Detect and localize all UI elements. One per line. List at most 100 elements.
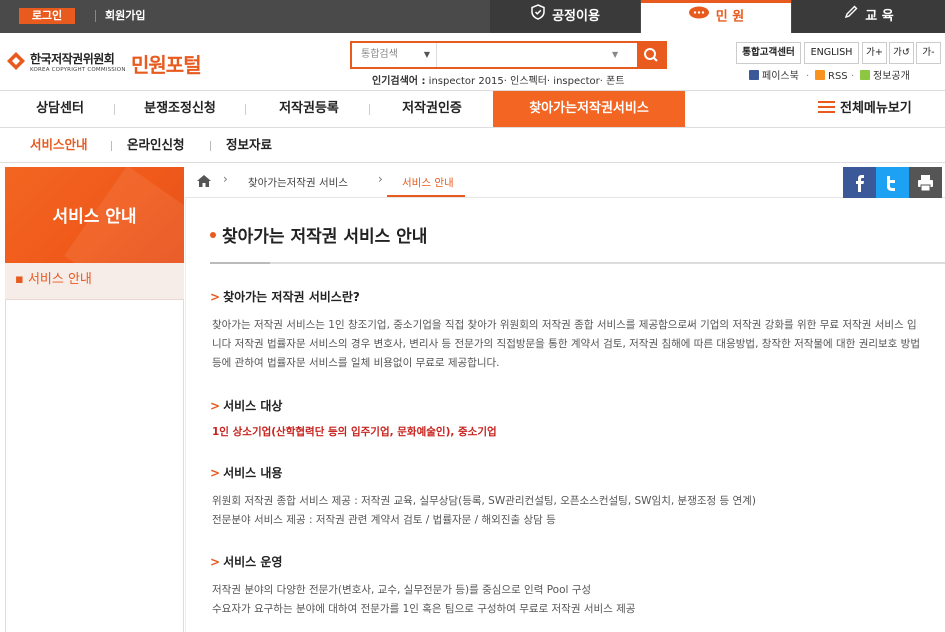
facebook-label: 페이스북 [762,71,799,82]
chevron-right-icon: > [210,466,221,480]
rss-icon [815,70,825,80]
search-icon [644,48,658,62]
section-paragraph: 찾아가는 저작권 서비스는 1인 창조기업, 중소기업을 직접 찾아가 위원회의… [212,319,921,369]
breadcrumb: › 찾아가는저작권 서비스 › 서비스 안내 [185,167,945,198]
title-divider [210,262,945,264]
section-heading: > 서비스 대상 [210,397,282,414]
section-heading-text: 서비스 내용 [223,466,283,480]
page-title: 찾아가는 저작권 서비스 안내 [210,222,427,247]
section-paragraph: 1인 상소기업(산학협력단 등의 입주기업, 문화예술인), 중소기업 [212,426,497,438]
search-button[interactable] [637,43,665,67]
search-input[interactable] [438,43,637,67]
divider: · [806,71,810,82]
popular-label: 인기검색어 : [372,76,426,87]
tab-fair-use[interactable]: 공정이용 [490,0,640,33]
nav-item-counseling[interactable]: 상담센터 [20,91,100,127]
divider [210,141,211,151]
print-button[interactable] [909,167,942,198]
shield-icon [530,0,546,33]
facebook-icon [749,70,759,80]
font-increase-button[interactable]: 가+ [862,42,887,64]
twitter-share-button[interactable] [876,167,909,198]
logo-korean-text: 한국저작권위원회 [30,52,115,66]
breadcrumb-item[interactable]: 찾아가는저작권 서비스 [248,175,348,190]
nav-item-registration[interactable]: 저작권등록 [265,91,353,127]
folder-icon [860,70,870,80]
chevron-right-icon: > [210,399,221,413]
nav-item-visiting-service[interactable]: 찾아가는저작권서비스 [493,91,685,127]
chat-icon [688,3,710,31]
nav-item-dispute[interactable]: 분쟁조정신청 [130,91,230,127]
tab-fair-use-label: 공정이용 [552,9,600,24]
search-category-select[interactable]: 통합검색 ▼ [352,43,437,67]
section-heading-text: 찾아가는 저작권 서비스란? [223,290,360,304]
customer-center-button[interactable]: 통합고객센터 [736,42,801,64]
rss-label: RSS [828,71,848,82]
breadcrumb-active-underline [387,195,465,197]
all-menu-label: 전체메뉴보기 [840,101,912,116]
bullet-icon [210,232,216,238]
page-title-text: 찾아가는 저작권 서비스 안내 [222,227,428,247]
section-line: 수요자가 요구하는 분야에 대하여 전문가를 1인 혹은 팀으로 구성하여 무료… [212,603,636,615]
facebook-icon [856,175,864,192]
divider [95,10,96,22]
facebook-link[interactable]: 페이스북 [749,70,799,84]
search-bar: 통합검색 ▼ ▼ [350,41,667,69]
sidebar-title: 서비스 안내 [52,207,137,227]
home-icon[interactable] [196,174,212,191]
login-button[interactable]: 로그인 [19,8,75,24]
info-disclosure-label: 정보공개 [873,71,910,82]
top-utility-bar: 로그인 회원가입 공정이용 민 원 교 육 [0,0,945,33]
divider [369,104,370,115]
rss-link[interactable]: RSS [815,70,848,84]
section-line: 저작권 분야의 다양한 전문가(변호사, 교수, 실무전문가 등)를 중심으로 … [212,584,592,596]
logo-english-text: KOREA COPYRIGHT COMMISSION [30,67,126,73]
info-disclosure-link[interactable]: 정보공개 [860,70,910,84]
all-menu-button[interactable]: 전체메뉴보기 [818,91,912,127]
chevron-down-icon: ▼ [423,50,430,59]
sidebar-body [5,300,184,632]
twitter-icon [887,176,895,191]
sub-navigation: 서비스안내 온라인신청 정보자료 [0,128,945,163]
section-heading-text: 서비스 운영 [223,555,283,569]
tab-civil-petition-label: 민 원 [715,9,745,25]
chevron-right-icon: › [378,172,383,186]
font-decrease-button[interactable]: 가- [916,42,941,64]
main-content: 찾아가는 저작권 서비스 안내 > 찾아가는 저작권 서비스란? 찾아가는 저작권… [185,198,945,632]
sidebar-item-label: ▪ 서비스 안내 [15,272,92,287]
section-heading: > 서비스 운영 [210,553,282,570]
section-line: 전문분야 서비스 제공 : 저작권 관련 계약서 검토 / 법률자문 / 해외진… [212,514,556,526]
search-dropdown-icon[interactable]: ▼ [612,43,618,67]
subnav-item-info-materials[interactable]: 정보자료 [226,128,272,162]
chevron-right-icon: > [210,290,221,304]
divider [114,104,115,115]
chevron-right-icon: > [210,555,221,569]
section-heading: > 서비스 내용 [210,464,282,481]
divider: · [851,71,855,82]
sidebar-banner: 서비스 안내 [5,167,184,263]
english-button[interactable]: ENGLISH [804,42,859,64]
chevron-right-icon: › [223,172,228,186]
main-navigation: 상담센터 분쟁조정신청 저작권등록 저작권인증 찾아가는저작권서비스 전체메뉴보… [0,90,945,128]
facebook-share-button[interactable] [843,167,876,198]
nav-item-certification[interactable]: 저작권인증 [388,91,476,127]
tab-education-label: 교 육 [865,9,894,24]
breadcrumb-current: 서비스 안내 [402,177,454,189]
tab-education[interactable]: 교 육 [792,0,945,33]
section-line: 위원회 저작권 종합 서비스 제공 : 저작권 교육, 실무상담(등록, SW관… [212,495,756,507]
subnav-item-service-guide[interactable]: 서비스안내 [30,128,88,162]
print-icon [918,175,933,192]
join-link[interactable]: 회원가입 [105,8,145,24]
hamburger-icon [818,101,835,113]
search-category-value: 통합검색 [361,49,398,60]
portal-title[interactable]: 민원포털 [131,49,202,78]
section-heading: > 찾아가는 저작권 서비스란? [210,288,360,305]
font-reset-button[interactable]: 가↺ [889,42,914,64]
divider [111,141,112,151]
popular-terms-list[interactable]: inspector 2015· 인스펙터· inspector· 폰트 [429,76,625,87]
section-heading-text: 서비스 대상 [223,399,283,413]
sidebar-item-service-guide[interactable]: ▪ 서비스 안내 [5,263,184,300]
tab-civil-petition[interactable]: 민 원 [641,0,791,33]
subnav-item-online-apply[interactable]: 온라인신청 [127,128,185,162]
popular-search-terms: 인기검색어 : inspector 2015· 인스펙터· inspector·… [372,72,625,87]
